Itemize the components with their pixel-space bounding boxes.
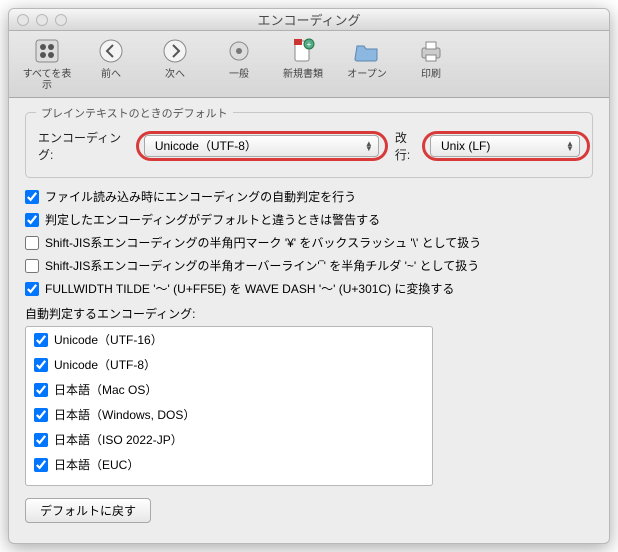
svg-text:+: + bbox=[307, 40, 312, 49]
toolbar-label: 一般 bbox=[229, 69, 249, 80]
list-item[interactable]: 日本語（ISO 2022-JP） bbox=[26, 427, 432, 452]
option-label: Shift-JIS系エンコーディングの半角円マーク '¥' をバックスラッシュ … bbox=[45, 234, 481, 251]
option-row-0: ファイル読み込み時にエンコーディングの自動判定を行う bbox=[25, 188, 593, 205]
window-title: エンコーディング bbox=[9, 10, 609, 29]
option-checkbox-3[interactable] bbox=[25, 259, 39, 273]
option-label: 判定したエンコーディングがデフォルトと違うときは警告する bbox=[45, 211, 380, 228]
option-row-1: 判定したエンコーディングがデフォルトと違うときは警告する bbox=[25, 211, 593, 228]
encoding-checkbox-2[interactable] bbox=[34, 383, 48, 397]
option-row-2: Shift-JIS系エンコーディングの半角円マーク '¥' をバックスラッシュ … bbox=[25, 234, 593, 251]
newdoc-icon: + bbox=[287, 35, 319, 67]
option-label: Shift-JIS系エンコーディングの半角オーバーライン'‾' を半角チルダ '… bbox=[45, 257, 479, 274]
encoding-select[interactable]: Unicode（UTF-8） bbox=[144, 135, 379, 157]
encoding-checkbox-3[interactable] bbox=[34, 408, 48, 422]
toolbar-label: 印刷 bbox=[421, 69, 441, 80]
encoding-list-label: 自動判定するエンコーディング: bbox=[25, 305, 593, 322]
encoding-label: エンコーディング: bbox=[38, 129, 136, 163]
encoding-item-label: 日本語（ISO 2022-JP） bbox=[54, 431, 183, 448]
option-checkbox-4[interactable] bbox=[25, 282, 39, 296]
encoding-item-label: 日本語（Mac OS） bbox=[54, 381, 157, 398]
list-item[interactable]: 日本語（EUC） bbox=[26, 452, 432, 477]
reset-defaults-button[interactable]: デフォルトに戻す bbox=[25, 498, 151, 523]
list-item[interactable]: Unicode（UTF-16） bbox=[26, 327, 432, 352]
toolbar-label: オープン bbox=[347, 69, 386, 80]
option-label: ファイル読み込み時にエンコーディングの自動判定を行う bbox=[45, 188, 356, 205]
encoding-item-label: 日本語（Windows, DOS） bbox=[54, 406, 195, 423]
list-item[interactable]: 日本語（Windows, DOS） bbox=[26, 402, 432, 427]
encoding-listbox[interactable]: Unicode（UTF-16） Unicode（UTF-8） 日本語（Mac OS）… bbox=[25, 326, 433, 486]
toolbar-label: 次へ bbox=[165, 69, 185, 80]
option-row-4: FULLWIDTH TILDE '〜' (U+FF5E) を WAVE DASH… bbox=[25, 280, 593, 297]
defaults-group: プレインテキストのときのデフォルト エンコーディング: Unicode（UTF-… bbox=[25, 112, 593, 178]
list-item[interactable]: Unicode（UTF-8） bbox=[26, 352, 432, 377]
toolbar-label: 新規書類 bbox=[283, 69, 323, 80]
gear-icon bbox=[223, 35, 255, 67]
encoding-item-label: Unicode（UTF-8） bbox=[54, 356, 156, 373]
toolbar-item-5[interactable]: オープン bbox=[339, 35, 395, 91]
encoding-checkbox-1[interactable] bbox=[34, 358, 48, 372]
forward-icon bbox=[159, 35, 191, 67]
toolbar-item-3[interactable]: 一般 bbox=[211, 35, 267, 91]
titlebar: エンコーディング bbox=[9, 9, 609, 31]
printer-icon bbox=[415, 35, 447, 67]
encoding-checkbox-5[interactable] bbox=[34, 458, 48, 472]
toolbar-item-4[interactable]: + 新規書類 bbox=[275, 35, 331, 91]
toolbar-label: 前へ bbox=[101, 69, 121, 80]
option-row-3: Shift-JIS系エンコーディングの半角オーバーライン'‾' を半角チルダ '… bbox=[25, 257, 593, 274]
option-checkbox-0[interactable] bbox=[25, 190, 39, 204]
encoding-select-wrap: Unicode（UTF-8） ▲▼ bbox=[144, 135, 379, 157]
linebreak-label: 改行: bbox=[395, 129, 422, 163]
group-title: プレインテキストのときのデフォルト bbox=[36, 105, 233, 121]
folder-icon bbox=[351, 35, 383, 67]
toolbar-item-1[interactable]: 前へ bbox=[83, 35, 139, 91]
list-item[interactable]: 日本語（Mac OS） bbox=[26, 377, 432, 402]
encoding-item-label: Unicode（UTF-16） bbox=[54, 331, 163, 348]
toolbar-item-6[interactable]: 印刷 bbox=[403, 35, 459, 91]
back-icon bbox=[95, 35, 127, 67]
encoding-item-label: 日本語（EUC） bbox=[54, 456, 139, 473]
toolbar-label: すべてを表示 bbox=[19, 69, 75, 91]
preferences-window: エンコーディング すべてを表示 前へ 次へ 一般 + 新規書類 オープン 印刷 プレインテキス… bbox=[8, 8, 610, 544]
grid-icon bbox=[31, 35, 63, 67]
encoding-checkbox-4[interactable] bbox=[34, 433, 48, 447]
linebreak-select-wrap: Unix (LF) ▲▼ bbox=[430, 135, 580, 157]
option-checkbox-2[interactable] bbox=[25, 236, 39, 250]
content: プレインテキストのときのデフォルト エンコーディング: Unicode（UTF-… bbox=[9, 98, 609, 543]
toolbar-item-2[interactable]: 次へ bbox=[147, 35, 203, 91]
linebreak-select[interactable]: Unix (LF) bbox=[430, 135, 580, 157]
option-checkbox-1[interactable] bbox=[25, 213, 39, 227]
defaults-row: エンコーディング: Unicode（UTF-8） ▲▼ 改行: Unix (LF… bbox=[38, 129, 580, 163]
encoding-checkbox-0[interactable] bbox=[34, 333, 48, 347]
options-checkboxes: ファイル読み込み時にエンコーディングの自動判定を行う判定したエンコーディングがデ… bbox=[25, 188, 593, 297]
option-label: FULLWIDTH TILDE '〜' (U+FF5E) を WAVE DASH… bbox=[45, 280, 454, 297]
toolbar-item-0[interactable]: すべてを表示 bbox=[19, 35, 75, 91]
toolbar: すべてを表示 前へ 次へ 一般 + 新規書類 オープン 印刷 bbox=[9, 31, 609, 98]
